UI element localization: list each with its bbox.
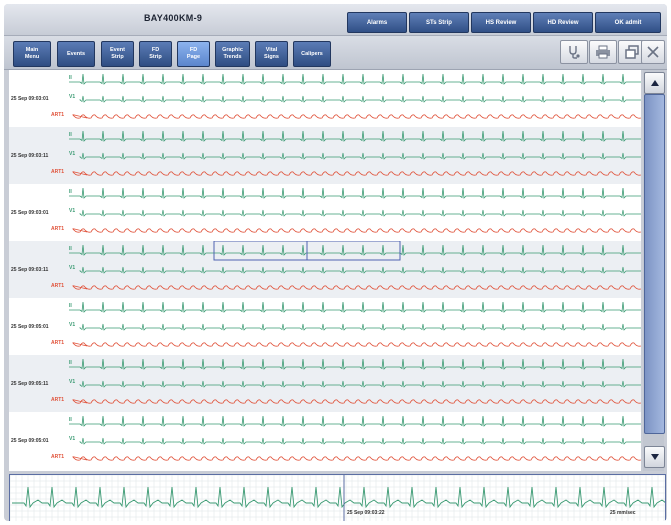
ecg-lead-ii-trace — [69, 244, 641, 256]
button-label: Main — [25, 47, 39, 53]
art-pressure-trace — [72, 285, 641, 290]
waveform-strip[interactable]: 25 Sep 09:05:01 II V1 ART1 — [9, 298, 641, 355]
chevron-down-icon — [650, 454, 659, 460]
fd-page-button[interactable]: FD Page — [177, 41, 210, 67]
art-pressure-trace — [72, 399, 641, 404]
graphic-trends-button[interactable]: Graphic Trends — [215, 41, 250, 67]
scroll-thumb[interactable] — [644, 94, 665, 434]
ecg-lead-v1-trace — [78, 266, 641, 274]
header-bar: BAY400KM-9 Alarms STs Strip HS Review HD… — [4, 4, 667, 36]
event-strip-button[interactable]: Event Strip — [101, 41, 134, 67]
strip-waveforms — [69, 241, 641, 290]
scroll-up-button[interactable] — [644, 72, 665, 94]
vertical-scrollbar[interactable] — [643, 70, 665, 471]
strip-waveforms — [69, 187, 641, 233]
ecg-lead-v1-trace — [78, 380, 641, 388]
tab-sts-strip[interactable]: STs Strip — [409, 12, 469, 33]
tab-hd-review[interactable]: HD Review — [533, 12, 593, 33]
monitor-window: BAY400KM-9 Alarms STs Strip HS Review HD… — [4, 4, 667, 521]
button-label: Trends — [223, 54, 242, 60]
events-button[interactable]: Events — [57, 41, 95, 67]
button-label: FD — [151, 47, 160, 53]
tab-ok-admit[interactable]: OK admit — [595, 12, 661, 33]
button-label: Strip — [111, 54, 124, 60]
button-label: Vital — [265, 47, 278, 53]
art-pressure-trace — [72, 228, 641, 233]
tab-hs-review[interactable]: HS Review — [471, 12, 531, 33]
tab-ok-admit-label: OK admit — [614, 19, 642, 26]
strip-waveforms — [69, 73, 641, 119]
ecg-lead-ii-trace — [69, 187, 641, 199]
printer-icon[interactable] — [589, 40, 617, 64]
overview-ecg-trace — [12, 486, 665, 509]
ecg-lead-ii-trace — [69, 130, 641, 142]
overview-waveform — [10, 475, 665, 521]
tab-alarms[interactable]: Alarms — [347, 12, 407, 33]
button-label: Menu — [24, 54, 40, 60]
selection-box — [306, 241, 401, 261]
waveform-strip[interactable]: 25 Sep 09:03:11 II V1 ART1 — [9, 241, 641, 298]
ecg-lead-v1-trace — [78, 209, 641, 217]
overview-timestamp: 25 Sep 09:03:22 — [347, 510, 385, 516]
ecg-lead-v1-trace — [78, 152, 641, 160]
ecg-lead-v1-trace — [78, 323, 641, 331]
scroll-down-button[interactable] — [644, 446, 665, 468]
ecg-lead-ii-trace — [69, 415, 641, 427]
strip-waveforms — [69, 415, 641, 461]
ecg-lead-ii-trace — [69, 73, 641, 85]
main-menu-button[interactable]: Main Menu — [13, 41, 51, 67]
button-label: Calipers — [301, 50, 323, 57]
fd-strip-button[interactable]: FD Strip — [139, 41, 172, 67]
button-label: Event — [110, 47, 125, 53]
toolbar: Main Menu Events Event Strip FD Strip FD… — [4, 36, 667, 70]
selection-box — [213, 241, 308, 261]
art-pressure-trace — [72, 342, 641, 347]
overview-speed: 25 mm/sec — [610, 510, 636, 516]
waveform-strip[interactable]: 25 Sep 09:03:01 II V1 ART1 — [9, 184, 641, 241]
waveform-strip[interactable]: 25 Sep 09:05:11 II V1 ART1 — [9, 355, 641, 412]
tab-hd-review-label: HD Review — [547, 19, 579, 26]
close-glyph — [647, 46, 659, 58]
tab-sts-strip-label: STs Strip — [426, 19, 452, 26]
button-label: Events — [66, 50, 86, 57]
waveform-strip[interactable]: 25 Sep 09:03:11 II V1 ART1 — [9, 127, 641, 184]
art-pressure-trace — [72, 114, 641, 119]
ecg-lead-ii-trace — [69, 358, 641, 370]
waveform-page: 25 Sep 09:03:01 II V1 ART1 25 Sep 09:03:11 II… — [9, 70, 641, 471]
stethoscope-icon[interactable] — [560, 40, 588, 64]
button-label: Graphic — [222, 47, 243, 53]
close-icon[interactable] — [641, 40, 665, 64]
vital-signs-button[interactable]: Vital Signs — [255, 41, 288, 67]
restore-glyph — [625, 45, 639, 59]
button-label: Signs — [264, 54, 279, 60]
overview-strip[interactable]: 25 Sep 09:03:22 25 mm/sec — [9, 474, 666, 521]
strip-waveforms — [69, 130, 641, 176]
printer-glyph — [596, 45, 610, 59]
strip-waveforms — [69, 358, 641, 404]
button-label: Page — [186, 54, 201, 60]
chevron-up-icon — [650, 80, 659, 86]
strip-waveforms — [69, 301, 641, 347]
ecg-lead-ii-trace — [69, 301, 641, 313]
stethoscope-glyph — [569, 46, 580, 59]
art-pressure-trace — [72, 171, 641, 176]
button-label: FD — [189, 47, 198, 53]
waveform-strip[interactable]: 25 Sep 09:03:01 II V1 ART1 — [9, 70, 641, 127]
button-label: Strip — [149, 54, 162, 60]
calipers-button[interactable]: Calipers — [293, 41, 331, 67]
patient-id: BAY400KM-9 — [144, 13, 203, 23]
art-pressure-trace — [72, 456, 641, 461]
tab-alarms-label: Alarms — [366, 19, 388, 26]
tab-hs-review-label: HS Review — [485, 19, 517, 26]
ecg-lead-v1-trace — [78, 437, 641, 445]
ecg-lead-v1-trace — [78, 95, 641, 103]
waveform-strip[interactable]: 25 Sep 09:05:01 II V1 ART1 — [9, 412, 641, 469]
